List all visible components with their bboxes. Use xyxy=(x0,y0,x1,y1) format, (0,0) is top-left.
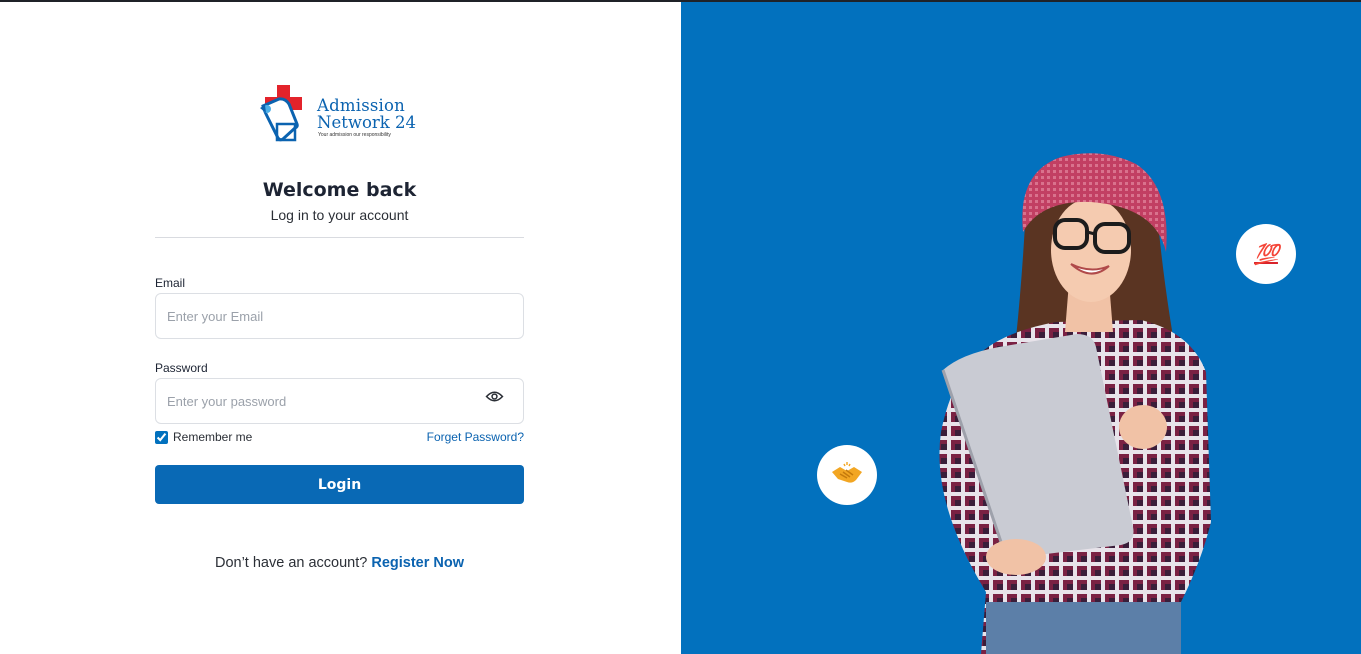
remember-me-label: Remember me xyxy=(173,430,253,444)
header-divider xyxy=(155,237,524,238)
logo-tagline: Your admission our responsibility xyxy=(318,132,391,138)
handshake-icon xyxy=(832,462,862,483)
hundred-points-icon: 💯 xyxy=(1254,242,1279,266)
hero-panel: 💯 xyxy=(681,2,1361,654)
show-password-eye-icon[interactable] xyxy=(485,389,504,404)
handshake-badge xyxy=(817,445,877,505)
password-label: Password xyxy=(155,361,208,375)
remember-me-option[interactable]: Remember me xyxy=(155,430,252,444)
register-now-link[interactable]: Register Now xyxy=(371,555,464,571)
email-label: Email xyxy=(155,276,186,290)
logo-text-network: Network 24 xyxy=(317,113,417,132)
register-prompt-text: Don’t have an account? xyxy=(214,555,368,571)
student-with-laptop-image xyxy=(939,153,1211,654)
page-subtitle: Log in to your account xyxy=(270,207,409,223)
email-field[interactable] xyxy=(155,293,524,339)
page-title: Welcome back xyxy=(262,179,417,201)
forgot-password-link[interactable]: Forget Password? xyxy=(427,430,524,444)
admission-network-logo: Admission Network 24 Your admission our … xyxy=(259,84,429,142)
register-prompt: Don’t have an account? Register Now xyxy=(155,555,524,571)
medical-cross-logo-icon xyxy=(260,85,302,142)
hundred-points-badge: 💯 xyxy=(1236,224,1296,284)
remember-me-checkbox[interactable] xyxy=(155,430,168,444)
login-button[interactable]: Login xyxy=(155,465,524,504)
password-field[interactable] xyxy=(155,378,524,424)
